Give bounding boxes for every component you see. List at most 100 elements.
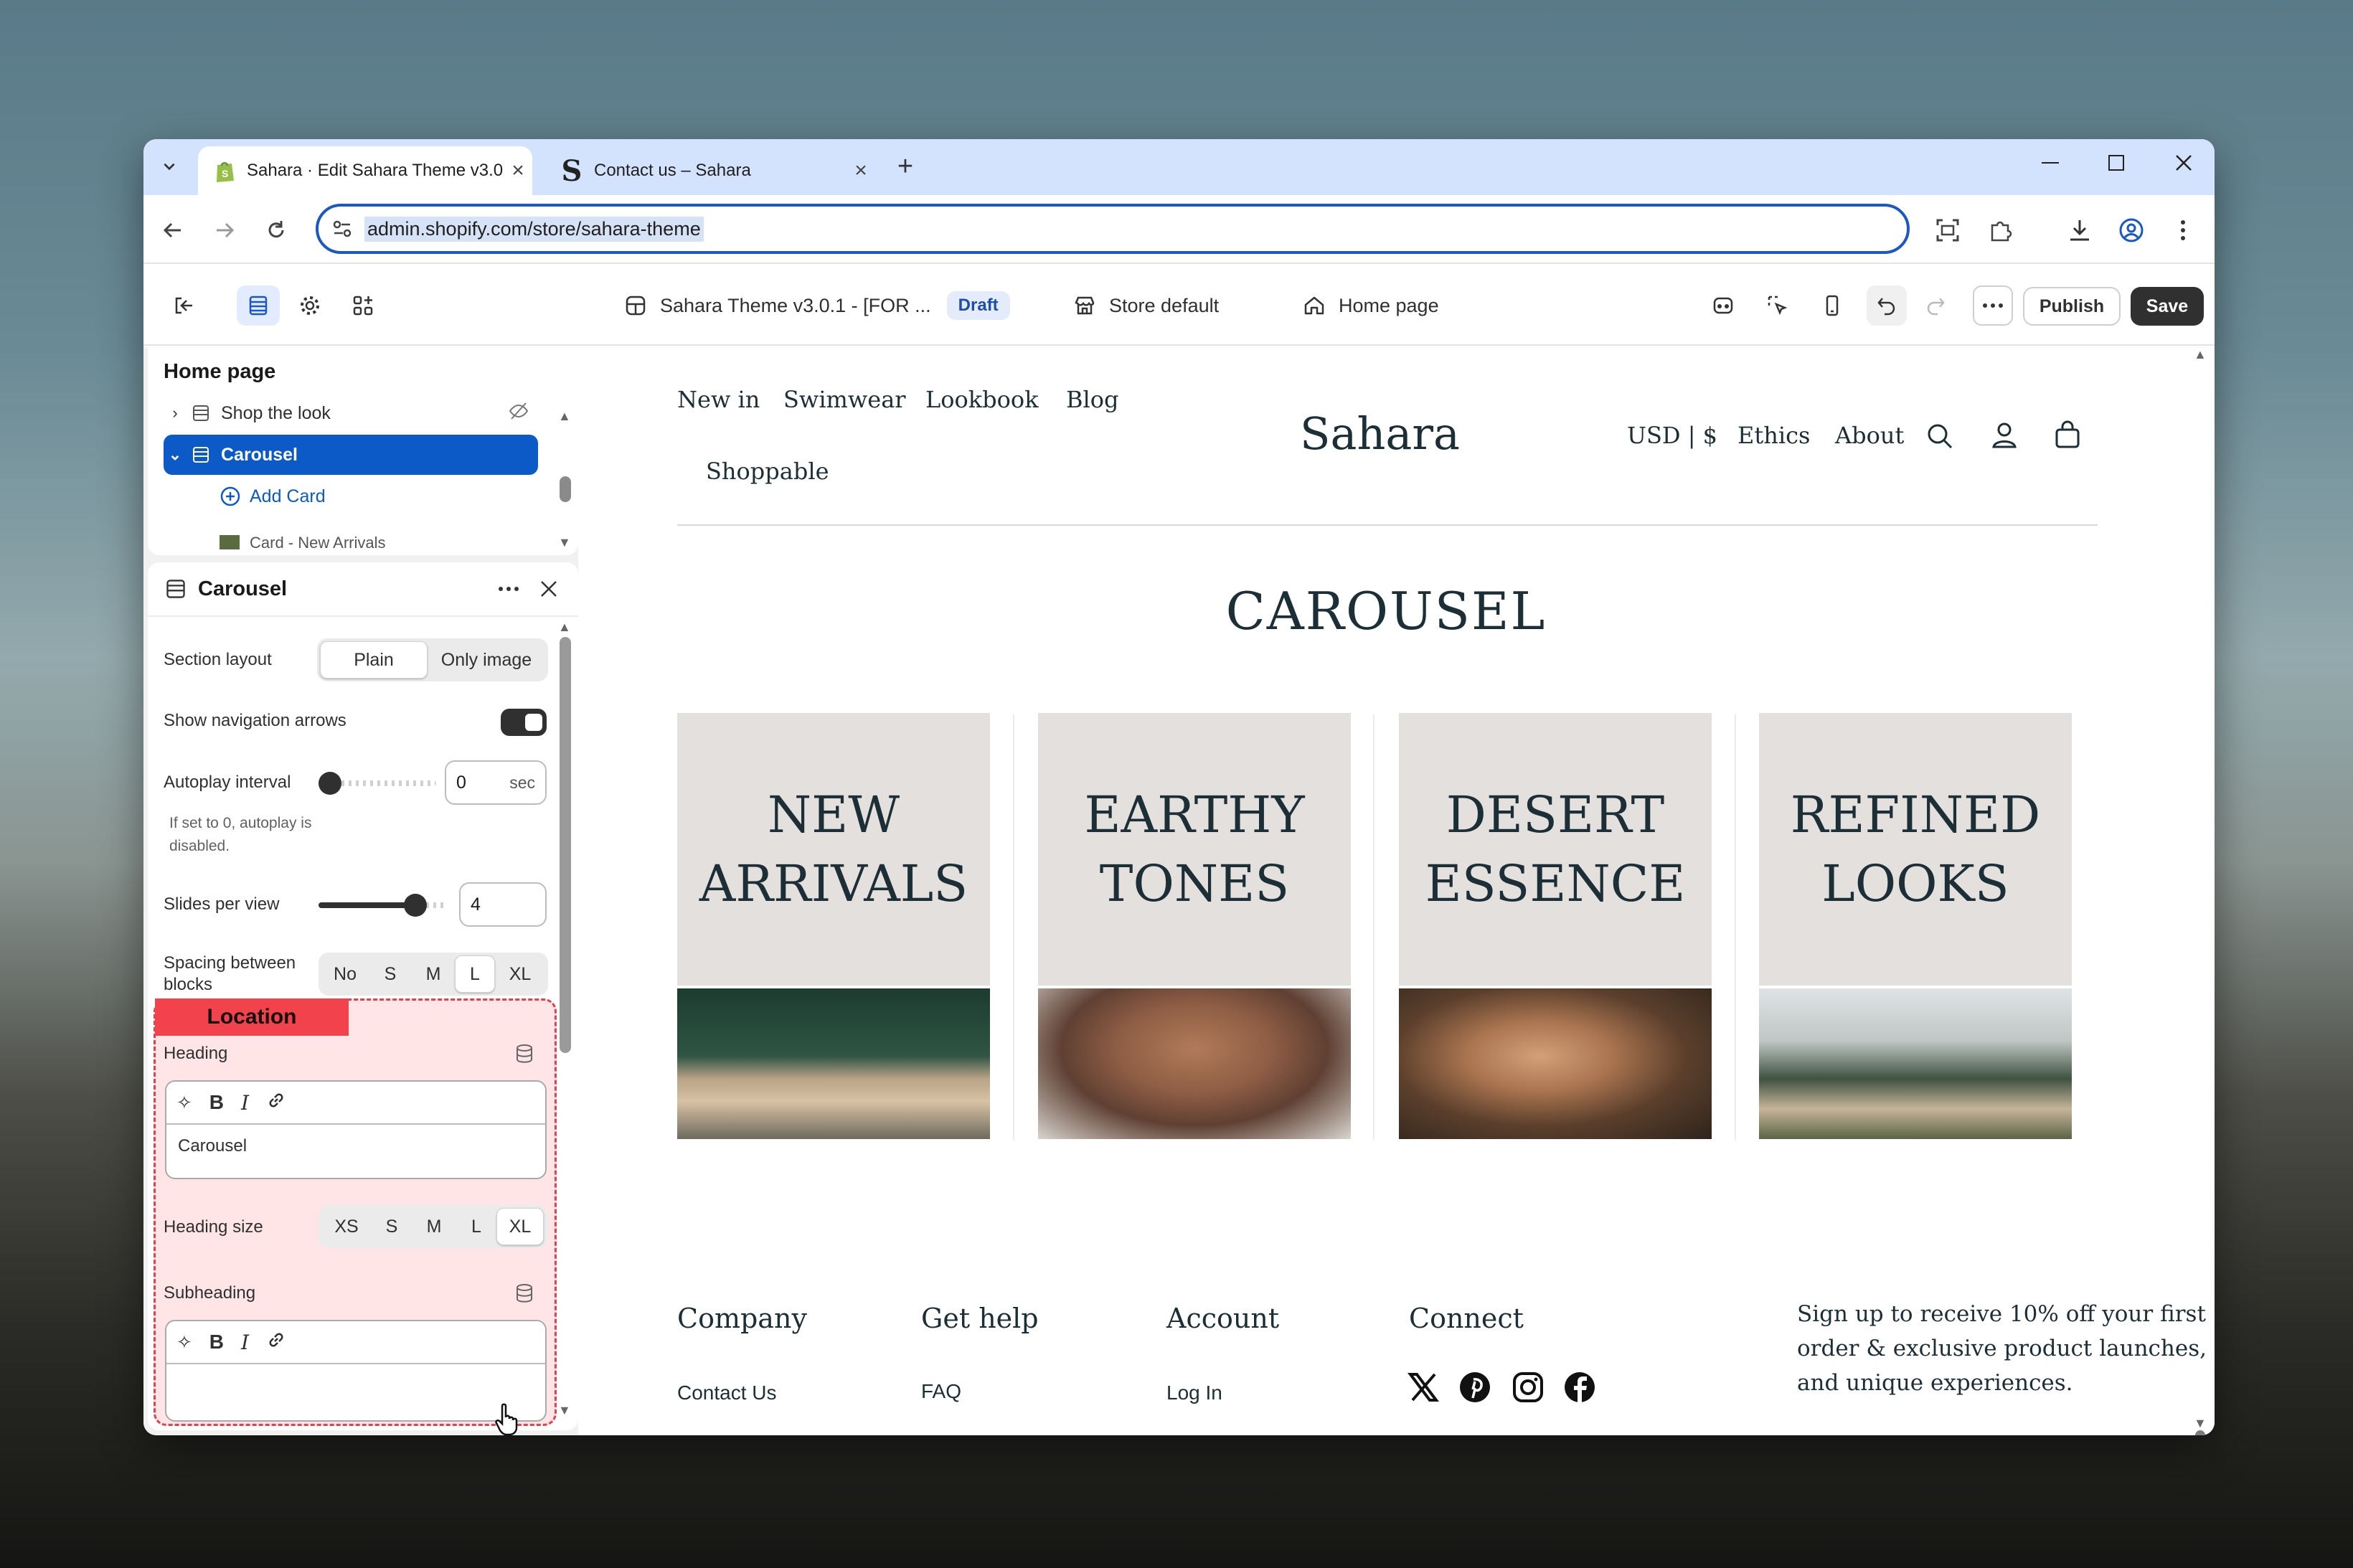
close-icon[interactable] [539,580,558,598]
heading-size-option-l[interactable]: L [456,1208,496,1245]
nav-about[interactable]: About [1835,422,1904,449]
nav-arrows-toggle[interactable] [501,709,547,736]
minimize-button[interactable] [2019,145,2082,181]
link-icon[interactable] [266,1090,286,1115]
close-window-button[interactable] [2152,145,2215,181]
facebook-icon[interactable] [1562,1370,1597,1404]
heading-size-segmented[interactable]: XS S M L XL [319,1205,548,1248]
close-tab-button[interactable]: × [504,159,532,183]
preview-scrollbar[interactable] [2195,1430,2205,1435]
carousel-card[interactable]: REFINED LOOKS [1759,713,2072,1139]
autoplay-slider-track[interactable] [327,780,436,786]
profile-button[interactable] [2113,212,2149,248]
scroll-down-icon[interactable]: ▼ [558,1403,571,1418]
forward-button[interactable] [207,212,242,248]
close-tab-button[interactable]: × [847,159,875,183]
section-layout-segmented[interactable]: Plain Only image [317,638,548,681]
page-selector[interactable]: Home page [1303,287,1439,324]
spacing-option-l[interactable]: L [455,955,495,993]
spacing-option-no[interactable]: No [321,955,369,993]
footer-link-contact[interactable]: Contact Us [677,1382,777,1404]
scroll-up-icon[interactable]: ▲ [2194,347,2207,362]
scroll-down-icon[interactable]: ▼ [558,535,571,550]
carousel-card[interactable]: DESERT ESSENCE [1399,713,1712,1139]
apps-button[interactable] [343,285,383,326]
heading-size-option-m[interactable]: M [412,1208,456,1245]
tree-item-shop-the-look[interactable]: › Shop the look [164,393,537,433]
layout-option-only-image[interactable]: Only image [428,641,545,679]
slides-slider-knob[interactable] [404,894,427,917]
tab-contact[interactable]: S Contact us – Sahara × [545,146,875,195]
sections-button[interactable] [237,285,280,326]
site-settings-icon[interactable] [331,218,353,240]
more-actions-button[interactable] [1973,285,2013,326]
nav-shoppable[interactable]: Shoppable [706,458,829,485]
ai-sparkle-icon[interactable]: ✧ [176,1331,192,1354]
settings-scrollbar[interactable] [560,637,571,1053]
carousel-card[interactable]: NEW ARRIVALS [677,713,990,1139]
extensions-button[interactable] [1983,212,2019,248]
carousel-card[interactable]: EARTHY TONES [1038,713,1351,1139]
autoplay-slider-knob[interactable] [319,772,341,795]
theme-settings-button[interactable] [290,285,330,326]
undo-button[interactable] [1867,285,1907,326]
new-tab-button[interactable]: + [890,151,921,182]
omnibox[interactable]: admin.shopify.com/store/sahara-theme [316,204,1910,254]
bold-button[interactable]: B [209,1331,224,1354]
heading-size-option-xl[interactable]: XL [496,1208,544,1245]
heading-input[interactable]: Carousel [166,1125,545,1168]
tab-theme-editor[interactable]: S Sahara · Edit Sahara Theme v3.0 × [198,146,532,195]
bold-button[interactable]: B [209,1091,224,1114]
scroll-up-icon[interactable]: ▲ [558,409,571,424]
add-card-button[interactable]: Add Card [220,476,326,516]
cart-icon[interactable] [2053,420,2082,449]
select-element-button[interactable] [1758,285,1798,326]
device-preview-button[interactable] [1812,285,1852,326]
subheading-editor[interactable]: ✧ B I [165,1320,547,1422]
maximize-button[interactable] [2085,145,2148,181]
italic-button[interactable]: I [241,1331,249,1354]
dynamic-source-icon[interactable] [514,1283,535,1304]
x-twitter-icon[interactable] [1406,1370,1440,1404]
heading-editor[interactable]: ✧ B I Carousel [165,1080,547,1179]
scroll-up-icon[interactable]: ▲ [558,620,571,635]
store-context-selector[interactable]: Store default [1073,287,1219,324]
italic-button[interactable]: I [241,1091,249,1115]
url-text[interactable]: admin.shopify.com/store/sahara-theme [364,216,704,242]
theme-selector[interactable]: Sahara Theme v3.0.1 - [FOR ... Draft [624,287,1010,324]
chevron-down-icon[interactable]: ⌄ [164,445,187,464]
layout-option-plain[interactable]: Plain [320,641,428,679]
scroll-down-icon[interactable]: ▼ [2194,1416,2207,1431]
dynamic-source-icon[interactable] [514,1043,535,1064]
back-button[interactable] [155,212,191,248]
nav-swimwear[interactable]: Swimwear [783,386,906,413]
eye-hidden-icon[interactable] [508,400,529,427]
browser-menu-button[interactable] [2165,212,2201,248]
link-icon[interactable] [266,1330,286,1355]
autoplay-input[interactable]: 0 sec [445,760,547,805]
nav-new-in[interactable]: New in [677,386,760,413]
tab-search-button[interactable] [154,151,185,182]
currency-selector[interactable]: USD | $ [1627,422,1717,449]
nav-ethics[interactable]: Ethics [1737,422,1810,449]
spacing-segmented[interactable]: No S M L XL [319,953,548,996]
heading-size-option-xs[interactable]: XS [321,1208,372,1245]
spacing-option-xl[interactable]: XL [495,955,545,993]
inspector-button[interactable] [1703,285,1743,326]
screen-capture-button[interactable] [1930,212,1966,248]
slides-input[interactable]: 4 [459,882,547,927]
search-icon[interactable] [1925,422,1954,450]
footer-link-login[interactable]: Log In [1166,1382,1222,1404]
nav-lookbook[interactable]: Lookbook [925,386,1039,413]
heading-size-option-s[interactable]: S [372,1208,412,1245]
spacing-option-m[interactable]: M [412,955,455,993]
nav-blog[interactable]: Blog [1066,386,1119,413]
account-icon[interactable] [1990,420,2019,449]
ai-sparkle-icon[interactable]: ✧ [176,1092,192,1114]
instagram-icon[interactable] [1511,1370,1545,1404]
exit-button[interactable] [164,285,204,326]
reload-button[interactable] [258,212,294,248]
spacing-option-s[interactable]: S [369,955,412,993]
redo-button[interactable] [1915,285,1956,326]
store-logo[interactable]: Sahara [1300,407,1460,460]
